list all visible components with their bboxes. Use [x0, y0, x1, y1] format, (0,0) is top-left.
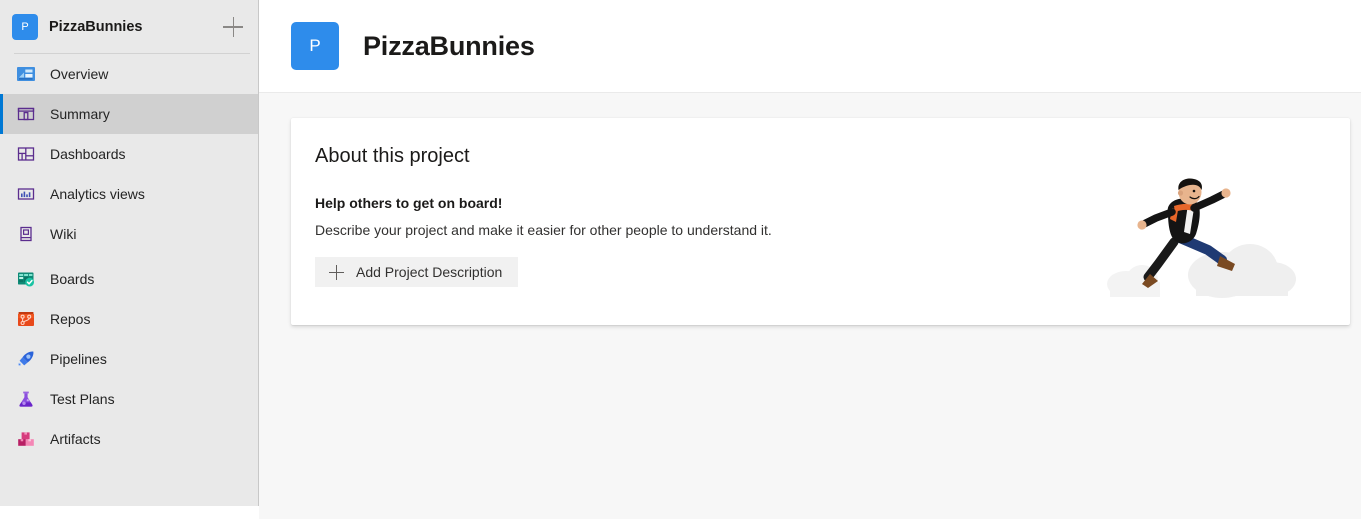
- sidebar-item-label: Artifacts: [50, 431, 101, 447]
- sidebar-item-repos[interactable]: Repos: [0, 299, 258, 339]
- add-icon[interactable]: [220, 14, 246, 40]
- sidebar-item-label: Boards: [50, 271, 95, 287]
- overview-icon: [16, 64, 36, 84]
- page-title: PizzaBunnies: [363, 30, 535, 61]
- repos-icon: [16, 309, 36, 329]
- page-header: P PizzaBunnies: [259, 0, 1361, 93]
- sidebar-item-label: Summary: [50, 106, 110, 122]
- sidebar-item-label: Analytics views: [50, 186, 145, 202]
- plus-icon: [329, 264, 344, 280]
- sidebar-item-artifacts[interactable]: Artifacts: [0, 419, 258, 459]
- summary-icon: [16, 104, 36, 124]
- sidebar-item-label: Pipelines: [50, 351, 107, 367]
- sidebar-item-overview[interactable]: Overview: [0, 54, 258, 94]
- project-header[interactable]: P PizzaBunnies: [0, 0, 258, 53]
- sidebar-item-label: Repos: [50, 311, 91, 327]
- add-project-description-button[interactable]: Add Project Description: [315, 257, 519, 287]
- sidebar-nav: Overview Summary Dashboards Analytics vi…: [0, 54, 258, 519]
- sidebar: P PizzaBunnies Overview Summary Dashboar…: [0, 0, 259, 519]
- sidebar-item-wiki[interactable]: Wiki: [0, 214, 258, 254]
- sidebar-item-analytics-views[interactable]: Analytics views: [0, 174, 258, 214]
- project-name: PizzaBunnies: [49, 18, 143, 35]
- content-area: About this project Help others to get on…: [259, 93, 1361, 519]
- analytics-views-icon: [16, 184, 36, 204]
- boards-icon: [16, 269, 36, 289]
- sidebar-item-test-plans[interactable]: Test Plans: [0, 379, 258, 419]
- dashboards-icon: [16, 144, 36, 164]
- artifacts-icon: [16, 429, 36, 449]
- card-title: About this project: [315, 145, 470, 167]
- main-content: P PizzaBunnies About this project Help o…: [259, 0, 1361, 519]
- about-project-card: About this project Help others to get on…: [291, 118, 1350, 325]
- sidebar-item-boards[interactable]: Boards: [0, 259, 258, 299]
- card-description: Describe your project and make it easier…: [315, 222, 772, 238]
- pipelines-icon: [16, 349, 36, 369]
- sidebar-item-summary[interactable]: Summary: [0, 94, 258, 134]
- add-project-description-label: Add Project Description: [356, 264, 503, 280]
- test-plans-icon: [16, 389, 36, 409]
- azure-devops-app: P PizzaBunnies Overview Summary Dashboar…: [0, 0, 1361, 519]
- sidebar-item-dashboards[interactable]: Dashboards: [0, 134, 258, 174]
- wiki-icon: [16, 224, 36, 244]
- sidebar-item-label: Wiki: [50, 226, 77, 242]
- sidebar-item-label: Dashboards: [50, 146, 126, 162]
- page-avatar: P: [291, 22, 339, 70]
- card-subtitle: Help others to get on board!: [315, 195, 503, 211]
- sidebar-item-label: Overview: [50, 66, 109, 82]
- sidebar-bottom-strip: [0, 506, 259, 519]
- sidebar-item-pipelines[interactable]: Pipelines: [0, 339, 258, 379]
- project-avatar: P: [12, 13, 38, 40]
- sidebar-item-label: Test Plans: [50, 391, 115, 407]
